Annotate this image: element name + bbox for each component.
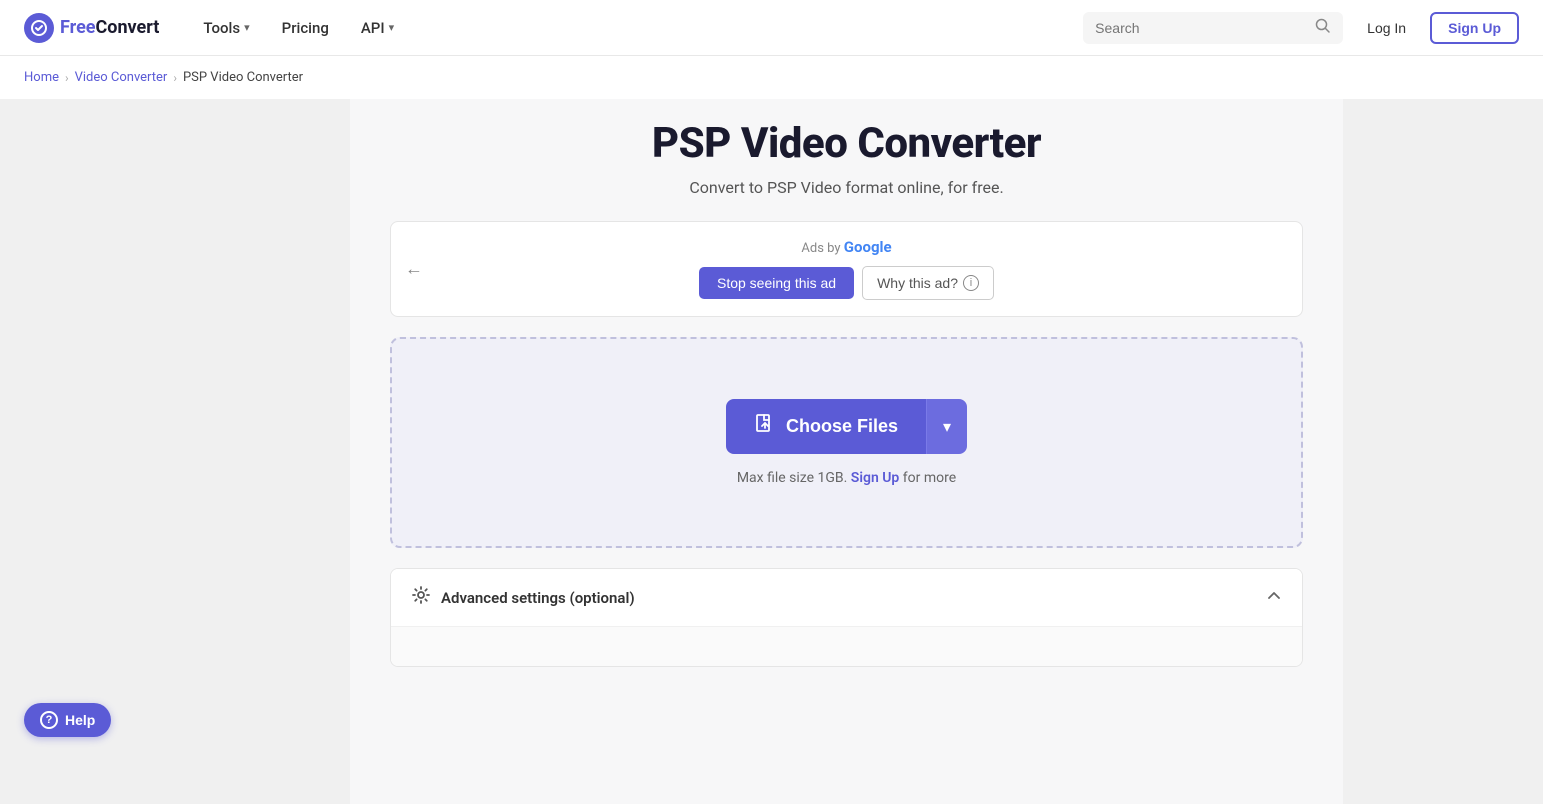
main-layout: PSP Video Converter Convert to PSP Video…: [0, 99, 1543, 804]
breadcrumb-video-converter[interactable]: Video Converter: [75, 70, 168, 85]
file-upload-icon: [754, 413, 776, 440]
ads-buttons: Stop seeing this ad Why this ad? i: [411, 266, 1282, 300]
logo-icon: [24, 13, 54, 43]
advanced-settings-body: [391, 626, 1302, 666]
choose-files-button[interactable]: Choose Files: [726, 399, 926, 454]
breadcrumb-sep-1: ›: [65, 71, 69, 85]
advanced-settings: Advanced settings (optional): [390, 568, 1303, 667]
nav-api[interactable]: API ▾: [349, 11, 406, 45]
help-icon: ?: [40, 711, 58, 729]
upload-signup-link[interactable]: Sign Up: [851, 470, 900, 486]
advanced-settings-chevron-icon: [1266, 588, 1282, 608]
search-icon[interactable]: [1315, 18, 1331, 38]
tools-chevron-icon: ▾: [244, 21, 250, 34]
breadcrumb: Home › Video Converter › PSP Video Conve…: [0, 56, 1543, 99]
page-title: PSP Video Converter: [390, 119, 1303, 168]
nav-pricing[interactable]: Pricing: [270, 11, 341, 45]
breadcrumb-home[interactable]: Home: [24, 70, 59, 85]
search-box[interactable]: [1083, 12, 1343, 44]
chevron-down-icon: ▾: [943, 417, 951, 437]
help-button[interactable]: ? Help: [24, 703, 111, 737]
login-button[interactable]: Log In: [1355, 14, 1418, 42]
right-sidebar: [1343, 99, 1543, 804]
header: FreeConvert Tools ▾ Pricing API ▾ Log In…: [0, 0, 1543, 56]
ads-by-google: Ads by Google: [411, 238, 1282, 256]
page-subtitle: Convert to PSP Video format online, for …: [390, 178, 1303, 197]
api-chevron-icon: ▾: [389, 21, 395, 34]
gear-icon: [411, 585, 431, 610]
ads-section: ← Ads by Google Stop seeing this ad Why …: [390, 221, 1303, 317]
advanced-settings-header[interactable]: Advanced settings (optional): [391, 569, 1302, 626]
main-nav: Tools ▾ Pricing API ▾: [191, 11, 1083, 45]
breadcrumb-sep-2: ›: [173, 71, 177, 85]
logo-text: FreeConvert: [60, 17, 159, 38]
left-sidebar: [0, 99, 350, 804]
advanced-header-left: Advanced settings (optional): [411, 585, 635, 610]
stop-seeing-ad-button[interactable]: Stop seeing this ad: [699, 267, 854, 299]
logo[interactable]: FreeConvert: [24, 13, 159, 43]
breadcrumb-current: PSP Video Converter: [183, 70, 303, 85]
nav-tools[interactable]: Tools ▾: [191, 11, 261, 45]
main-content: PSP Video Converter Convert to PSP Video…: [350, 99, 1343, 804]
search-input[interactable]: [1095, 20, 1307, 36]
signup-button[interactable]: Sign Up: [1430, 12, 1519, 44]
header-right: Log In Sign Up: [1083, 12, 1519, 44]
ads-back-arrow[interactable]: ←: [405, 259, 423, 280]
upload-btn-group: Choose Files ▾: [726, 399, 967, 454]
why-this-ad-button[interactable]: Why this ad? i: [862, 266, 994, 300]
choose-files-dropdown-button[interactable]: ▾: [926, 399, 967, 454]
upload-info: Max file size 1GB. Sign Up for more: [412, 470, 1281, 486]
upload-zone[interactable]: Choose Files ▾ Max file size 1GB. Sign U…: [390, 337, 1303, 548]
info-icon: i: [963, 275, 979, 291]
